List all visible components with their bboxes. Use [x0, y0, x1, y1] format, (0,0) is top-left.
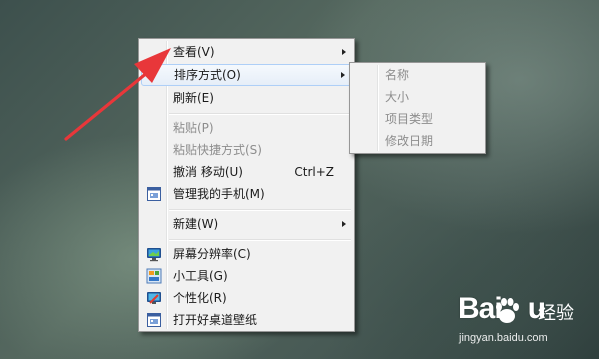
gadgets-icon — [146, 268, 162, 284]
menu-item-open-wallpaper[interactable]: 打开好桌道壁纸 — [141, 309, 352, 331]
baidu-jingyan-watermark: Bai u 经验 jingyan.baidu.com — [456, 292, 596, 354]
menu-item-label: 查看(V) — [173, 45, 215, 59]
menu-separator — [169, 113, 351, 115]
menu-item-view[interactable]: 查看(V) — [141, 41, 352, 63]
watermark-jingyan: 经验 — [538, 303, 574, 324]
menu-item-label: 新建(W) — [173, 217, 219, 231]
menu-item-refresh[interactable]: 刷新(E) — [141, 87, 352, 109]
submenu-item-item-type[interactable]: 项目类型 — [352, 108, 483, 130]
phone-manager-icon — [147, 187, 161, 201]
baidu-paw-icon — [496, 298, 519, 323]
menu-item-label: 撤消 移动(U) — [173, 165, 243, 179]
menu-item-label: 打开好桌道壁纸 — [173, 313, 258, 327]
menu-item-manage-phone[interactable]: 管理我的手机(M) — [141, 183, 352, 205]
submenu-item-label: 项目类型 — [385, 112, 434, 126]
menu-item-screen-resolution[interactable]: 屏幕分辨率(C) — [141, 243, 352, 265]
menu-item-sort-by[interactable]: 排序方式(O) — [141, 64, 352, 86]
desktop-context-menu: 查看(V) 排序方式(O) 刷新(E) 粘贴(P) 粘贴快捷方式(S) 撤消 移… — [138, 38, 355, 332]
menu-separator — [169, 209, 351, 211]
menu-item-personalize[interactable]: 个性化(R) — [141, 287, 352, 309]
submenu-item-label: 大小 — [385, 90, 410, 104]
sort-by-submenu: 名称 大小 项目类型 修改日期 — [349, 62, 486, 154]
menu-item-gadgets[interactable]: 小工具(G) — [141, 265, 352, 287]
submenu-item-label: 名称 — [385, 68, 410, 82]
submenu-arrow-icon — [341, 72, 345, 78]
menu-item-label: 屏幕分辨率(C) — [173, 247, 251, 261]
menu-item-paste-shortcut[interactable]: 粘贴快捷方式(S) — [141, 139, 352, 161]
menu-item-label: 刷新(E) — [173, 91, 214, 105]
menu-item-new[interactable]: 新建(W) — [141, 213, 352, 235]
menu-item-paste[interactable]: 粘贴(P) — [141, 117, 352, 139]
submenu-item-name[interactable]: 名称 — [352, 64, 483, 86]
menu-item-label: 小工具(G) — [173, 269, 228, 283]
monitor-icon — [147, 248, 161, 262]
personalize-icon — [147, 292, 161, 304]
menu-item-label: 粘贴快捷方式(S) — [173, 143, 262, 157]
submenu-arrow-icon — [342, 49, 346, 55]
submenu-item-size[interactable]: 大小 — [352, 86, 483, 108]
menu-item-label: 排序方式(O) — [174, 68, 241, 82]
menu-item-undo-move[interactable]: 撤消 移动(U) Ctrl+Z — [141, 161, 352, 183]
submenu-item-label: 修改日期 — [385, 134, 434, 148]
menu-item-label: 粘贴(P) — [173, 121, 214, 135]
menu-item-shortcut: Ctrl+Z — [294, 165, 334, 179]
submenu-item-date-modified[interactable]: 修改日期 — [352, 130, 483, 152]
menu-item-label: 管理我的手机(M) — [173, 187, 265, 201]
menu-item-label: 个性化(R) — [173, 291, 227, 305]
submenu-arrow-icon — [342, 221, 346, 227]
watermark-url: jingyan.baidu.com — [459, 332, 548, 344]
menu-separator — [169, 239, 351, 241]
wallpaper-app-icon — [147, 313, 161, 327]
